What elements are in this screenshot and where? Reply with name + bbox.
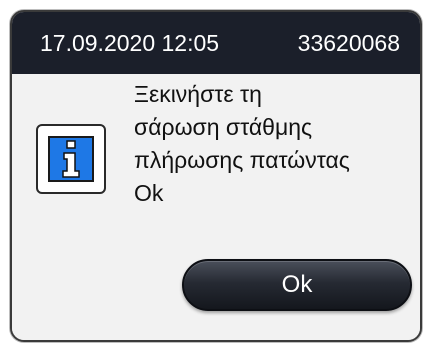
serial-number-label: 33620068 <box>297 29 400 56</box>
dialog-body: Ξεκινήστε τη σάρωση στάθμης πλήρωσης πατ… <box>12 74 420 340</box>
dialog-message: Ξεκινήστε τη σάρωση στάθμης πλήρωσης πατ… <box>134 81 350 206</box>
info-icon-frame <box>36 124 106 194</box>
ok-button[interactable]: Ok <box>182 259 412 311</box>
datetime-label: 17.09.2020 12:05 <box>40 29 220 56</box>
info-icon <box>48 136 94 182</box>
info-glyph <box>62 140 80 178</box>
message-dialog: 17.09.2020 12:05 33620068 Ξεκινήστε τη σ… <box>10 10 422 342</box>
dialog-titlebar: 17.09.2020 12:05 33620068 <box>12 12 420 74</box>
